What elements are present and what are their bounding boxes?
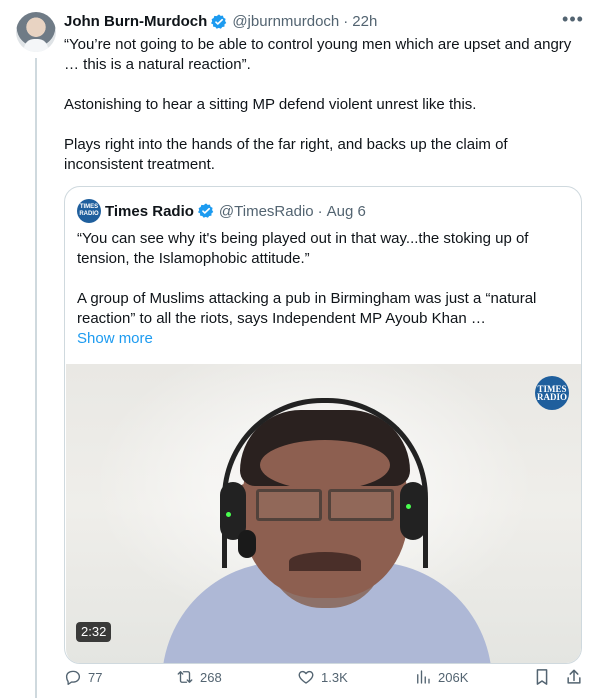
quoted-author-name[interactable]: Times Radio — [105, 203, 194, 220]
quoted-author-handle[interactable]: @TimesRadio — [219, 203, 314, 220]
times-radio-watermark-icon: TIMES RADIO — [535, 376, 569, 410]
views-button[interactable]: 206K — [414, 667, 468, 687]
avatar-shirt — [24, 39, 48, 52]
share-button[interactable] — [564, 667, 584, 687]
author-name[interactable]: John Burn-Murdoch — [64, 12, 207, 32]
share-icon — [567, 669, 581, 684]
retweet-count: 268 — [200, 669, 222, 685]
verified-badge-icon — [197, 203, 214, 218]
headset-light — [226, 512, 231, 517]
retweet-icon — [177, 671, 193, 683]
separator-dot: · — [343, 13, 349, 30]
heart-icon — [298, 670, 314, 684]
tweet-paragraph: “You’re not going to be able to control … — [64, 36, 572, 73]
quoted-paragraph: “You can see why it's being played out i… — [77, 230, 529, 267]
headset-light — [406, 504, 411, 509]
author-handle[interactable]: @jburnmurdoch — [232, 12, 339, 32]
headset-earcup — [400, 482, 426, 540]
like-count: 1.3K — [321, 669, 348, 685]
verified-badge-icon — [211, 14, 227, 29]
quoted-paragraph: A group of Muslims attacking a pub in Bi… — [77, 290, 537, 327]
tweet-time[interactable]: 22h — [352, 12, 377, 32]
quoted-tweet-text: “You can see why it's being played out i… — [77, 229, 547, 349]
tweet[interactable]: John Burn-Murdoch @jburnmurdoch · 22h ••… — [64, 10, 584, 664]
like-button[interactable]: 1.3K — [297, 667, 348, 687]
more-horizontal-icon: ••• — [562, 9, 584, 29]
reply-icon — [65, 670, 81, 685]
quoted-tweet-card[interactable]: TIMES RADIO Times Radio @TimesRadio · Au… — [64, 186, 582, 664]
bookmark-icon — [536, 669, 548, 685]
author-avatar[interactable] — [16, 12, 56, 52]
quoted-tweet-header: TIMES RADIO Times Radio @TimesRadio · Au… — [77, 199, 366, 223]
retweet-button[interactable]: 268 — [176, 667, 222, 687]
more-options-button[interactable]: ••• — [562, 10, 584, 32]
reply-count: 77 — [88, 669, 103, 685]
separator-dot: · — [317, 202, 323, 220]
tweet-paragraph: Plays right into the hands of the far ri… — [64, 136, 508, 173]
headset-microphone — [238, 530, 256, 558]
tweet-text: “You’re not going to be able to control … — [64, 35, 574, 175]
bookmark-button[interactable] — [532, 667, 552, 687]
tweet-header: John Burn-Murdoch @jburnmurdoch · 22h ••… — [64, 10, 584, 32]
bar-chart-icon — [417, 670, 430, 684]
show-more-link[interactable]: Show more — [77, 329, 547, 349]
views-count: 206K — [438, 669, 469, 685]
times-radio-logo-icon[interactable]: TIMES RADIO — [77, 199, 101, 223]
logo-line: TIMES — [79, 204, 99, 210]
thread-line — [35, 58, 37, 698]
watermark-line: RADIO — [536, 392, 567, 402]
tweet-actions: 77 268 1.3K 206K — [64, 664, 584, 690]
tweet-paragraph: Astonishing to hear a sitting MP defend … — [64, 96, 477, 113]
logo-line: RADIO — [79, 211, 99, 217]
video-duration: 2:32 — [76, 622, 112, 642]
reply-button[interactable]: 77 — [64, 667, 102, 687]
quoted-tweet-date[interactable]: Aug 6 — [327, 203, 366, 220]
video-player[interactable]: TIMES RADIO 2:32 — [66, 364, 581, 663]
